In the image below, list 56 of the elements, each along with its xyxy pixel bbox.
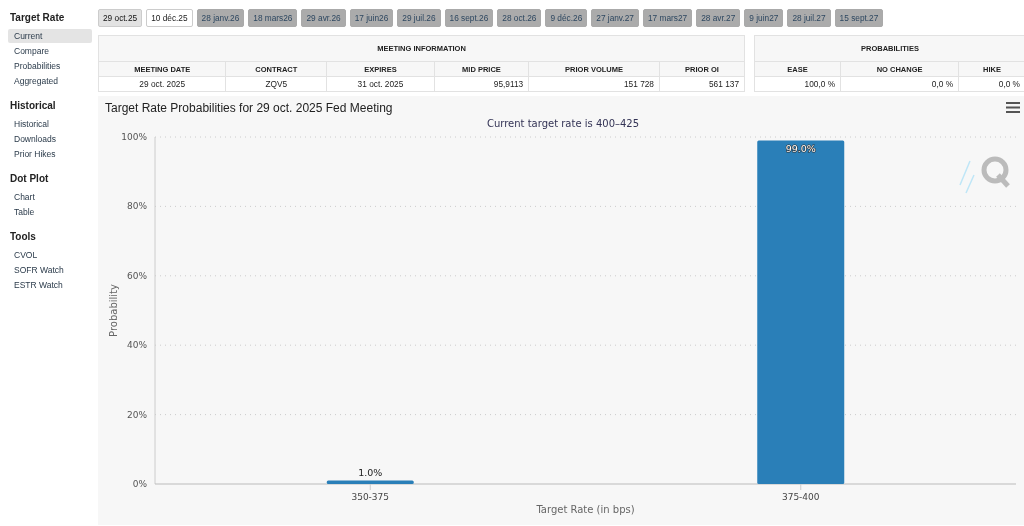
table-cell: 0,0 % (840, 76, 959, 92)
x-axis-title: Target Rate (in bps) (536, 504, 635, 515)
date-tab[interactable]: 29 avr.26 (301, 9, 346, 27)
table-cell: 151 728 (528, 76, 660, 92)
table-cell: 29 oct. 2025 (98, 76, 226, 92)
y-tick-label: 60% (127, 270, 147, 281)
y-tick-label: 20% (127, 409, 147, 420)
table-cell: 31 oct. 2025 (326, 76, 435, 92)
table-cell: 95,9113 (434, 76, 529, 92)
data-label: 1.0% (358, 466, 383, 478)
date-tab[interactable]: 28 oct.26 (497, 9, 542, 27)
sidebar-item[interactable]: Aggregated (8, 74, 92, 88)
sidebar-heading: Dot Plot (10, 173, 50, 184)
date-tab[interactable]: 29 juil.26 (397, 9, 441, 27)
sidebar-item[interactable]: SOFR Watch (8, 263, 92, 277)
sidebar-item[interactable]: CVOL (8, 248, 92, 262)
table-cell: 100,0 % (754, 76, 841, 92)
date-tab[interactable]: 17 juin26 (349, 9, 394, 27)
date-tab[interactable]: 28 juil.27 (787, 9, 831, 27)
date-tab[interactable]: 27 janv.27 (591, 9, 639, 27)
date-tab[interactable]: 28 janv.26 (196, 9, 245, 27)
table-cell: 561 137 (659, 76, 745, 92)
menu-icon[interactable] (1006, 102, 1020, 113)
chart-title: Target Rate Probabilities for 29 oct. 2025 Fed Meeting (105, 100, 393, 115)
date-tab[interactable]: 17 mars27 (642, 9, 693, 27)
sidebar-item[interactable]: Table (8, 205, 92, 219)
sidebar-item[interactable]: Historical (8, 117, 92, 131)
date-tab[interactable]: 28 avr.27 (696, 9, 741, 27)
y-tick-label: 100% (121, 132, 147, 142)
date-tab[interactable]: 9 juin27 (744, 9, 784, 27)
sidebar-item[interactable]: Prior Hikes (8, 147, 92, 161)
sidebar-item[interactable]: Probabilities (8, 59, 92, 73)
date-tab[interactable]: 15 sept.27 (834, 9, 884, 27)
sidebar-heading: Historical (10, 100, 57, 111)
sidebar-item[interactable]: ESTR Watch (8, 278, 92, 292)
sidebar-item[interactable]: Compare (8, 44, 92, 58)
sidebar-item[interactable]: Current (8, 29, 92, 43)
sidebar-item[interactable]: Chart (8, 190, 92, 204)
date-tab[interactable]: 9 déc.26 (545, 9, 588, 27)
sidebar-heading: Tools (10, 231, 37, 242)
sidebar-item[interactable]: Downloads (8, 132, 92, 146)
y-tick-label: 80% (127, 201, 147, 212)
table-cell: ZQV5 (225, 76, 327, 92)
chart-subtitle: Current target rate is 400–425 (486, 118, 640, 129)
y-tick-label: 0% (132, 479, 147, 489)
x-tick-label: 350-375 (351, 492, 390, 502)
date-tab[interactable]: 29 oct.25 (98, 9, 143, 27)
date-tab[interactable]: 18 mars26 (248, 9, 298, 27)
logo-icon (959, 156, 1010, 194)
date-tab[interactable]: 16 sept.26 (444, 9, 494, 27)
data-label: 99.0% (785, 143, 816, 155)
y-tick-label: 40% (127, 340, 147, 351)
y-axis-title: Probability (108, 284, 119, 337)
x-tick-label: 375-400 (781, 492, 820, 502)
sidebar-heading: Target Rate (10, 12, 66, 23)
date-tab[interactable]: 10 déc.25 (146, 9, 193, 27)
